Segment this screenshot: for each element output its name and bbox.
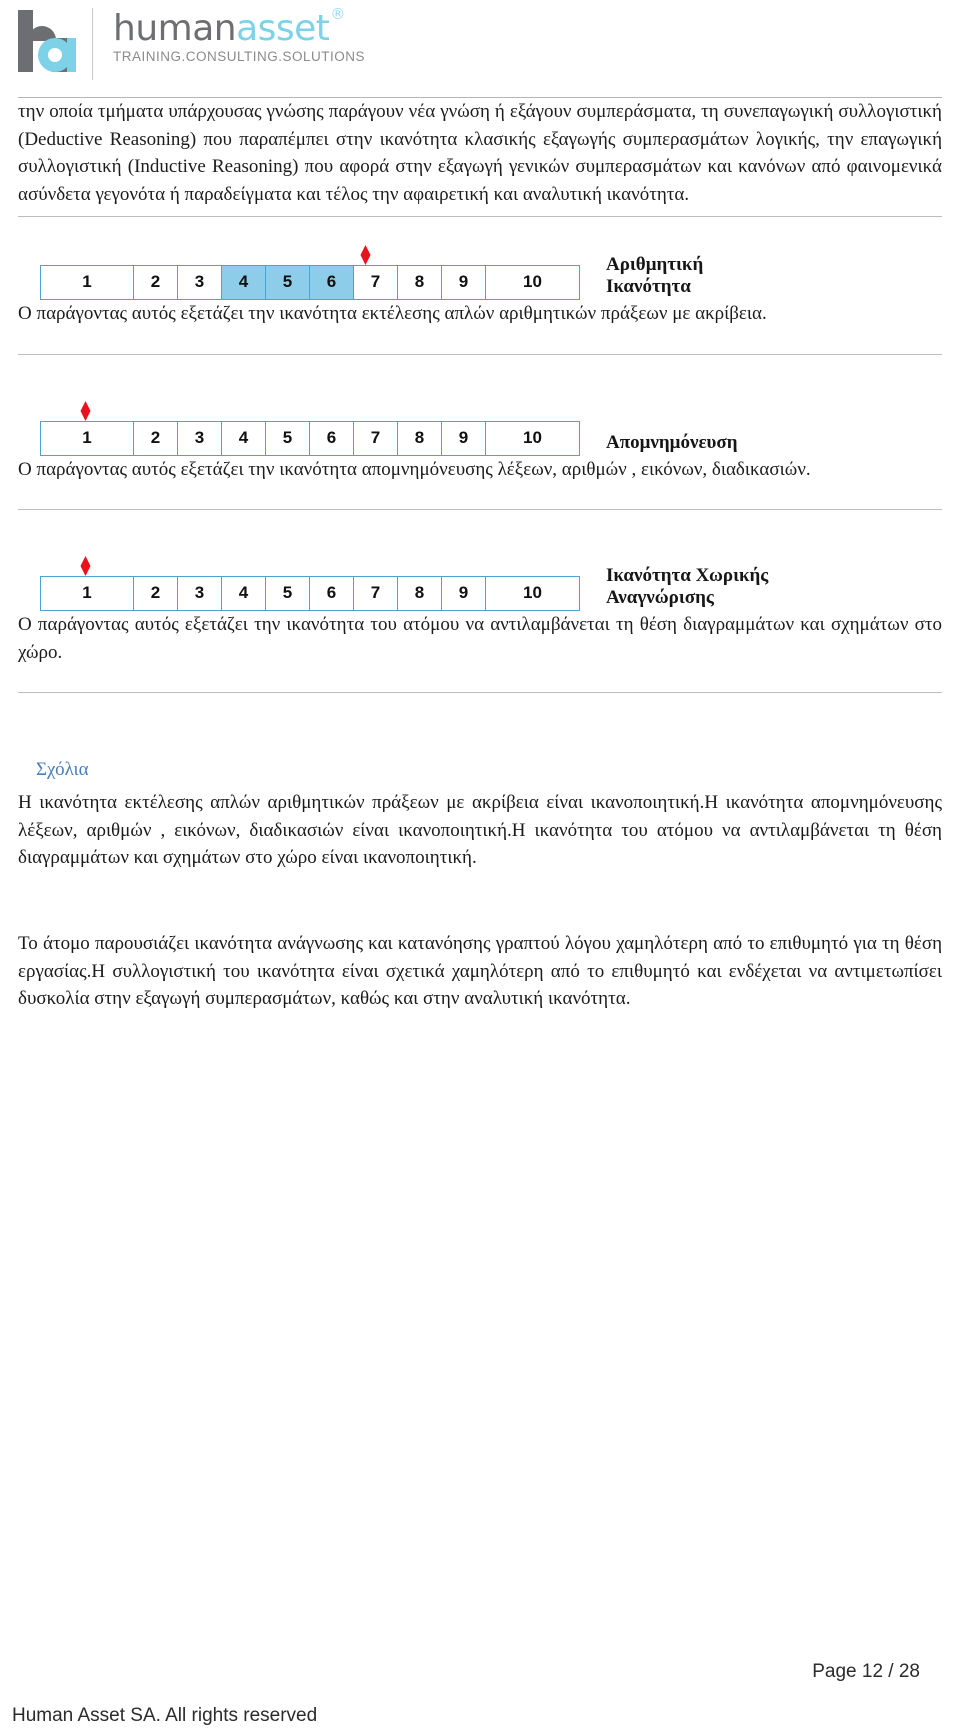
scale-cell[interactable]: 1 xyxy=(41,421,134,455)
scale-cells: 1 2 3 4 5 6 7 8 9 10 xyxy=(40,420,580,456)
scale-label: Απομνημόνευση xyxy=(606,431,738,453)
scale-section-spatial: 1 2 3 4 5 6 7 8 9 10 Ικανότητα Χωρικής Α… xyxy=(18,554,942,666)
scale-description: Ο παράγοντας αυτός εξετάζει την ικανότητ… xyxy=(18,303,767,325)
scale-cell[interactable]: 4 xyxy=(222,266,266,300)
scale-cell[interactable]: 5 xyxy=(266,577,310,611)
scale-cell[interactable]: 10 xyxy=(486,577,579,611)
scale-row: 1 2 3 4 5 6 7 8 9 10 Απομνημόνευση xyxy=(18,399,942,456)
scale-cell[interactable]: 1 xyxy=(41,266,134,300)
logo-divider xyxy=(92,8,93,80)
score-marker-diamond-icon xyxy=(360,245,372,266)
scale-cell[interactable]: 6 xyxy=(310,421,354,455)
scale-cell[interactable]: 3 xyxy=(178,421,222,455)
scale-cell[interactable]: 6 xyxy=(310,577,354,611)
scale-cells: 1 2 3 4 5 6 7 8 9 10 xyxy=(40,265,580,301)
scale-cell[interactable]: 8 xyxy=(398,421,442,455)
comments-paragraph-1: Η ικανότητα εκτέλεσης απλών αριθμητικών … xyxy=(18,792,942,869)
rating-scale-widget[interactable]: 1 2 3 4 5 6 7 8 9 10 xyxy=(40,399,580,456)
scale-row: 1 2 3 4 5 6 7 8 9 10 Ικανότητα Χωρικής Α… xyxy=(18,554,942,612)
score-marker-diamond-icon xyxy=(80,556,92,577)
scale-cell[interactable]: 2 xyxy=(134,421,178,455)
scale-section-memory: 1 2 3 4 5 6 7 8 9 10 Απομνημόνευση Ο παρ… xyxy=(18,399,942,484)
marker-lane xyxy=(40,554,580,577)
page-footer: Page 12 / 28 Human Asset SA. All rights … xyxy=(0,1631,960,1731)
logo-text: humanasset® TRAINING.CONSULTING.SOLUTION… xyxy=(113,6,366,64)
scale-cell[interactable]: 3 xyxy=(178,266,222,300)
scale-cell[interactable]: 2 xyxy=(134,577,178,611)
scale-cell[interactable]: 10 xyxy=(486,266,579,300)
logo-wordmark: humanasset® xyxy=(113,6,365,49)
scale-label: Αριθμητική Ικανότητα xyxy=(606,253,704,298)
scale-cells: 1 2 3 4 5 6 7 8 9 10 xyxy=(40,576,580,612)
rating-scale-widget[interactable]: 1 2 3 4 5 6 7 8 9 10 xyxy=(40,554,580,612)
scale-cell[interactable]: 7 xyxy=(354,421,398,455)
marker-lane xyxy=(40,399,580,421)
registered-trademark-icon: ® xyxy=(330,5,345,23)
scale-cell[interactable]: 2 xyxy=(134,266,178,300)
company-logo: humanasset® TRAINING.CONSULTING.SOLUTION… xyxy=(14,6,366,80)
logo-word-asset: asset xyxy=(236,8,330,49)
intro-paragraph: την οποία τμήματα υπάρχουσας γνώσης παρά… xyxy=(18,101,942,205)
scale-description: Ο παράγοντας αυτός εξετάζει την ικανότητ… xyxy=(18,614,942,663)
scale-cell[interactable]: 8 xyxy=(398,266,442,300)
copyright-notice: Human Asset SA. All rights reserved xyxy=(12,1705,318,1726)
marker-lane xyxy=(40,243,580,266)
logo-tagline: TRAINING.CONSULTING.SOLUTIONS xyxy=(113,48,366,64)
scale-cell[interactable]: 8 xyxy=(398,577,442,611)
score-marker-diamond-icon xyxy=(80,400,92,421)
scale-row: 1 2 3 4 5 6 7 8 9 10 Αριθμητική Ικανότητ… xyxy=(18,243,942,301)
scale-section-numeric: 1 2 3 4 5 6 7 8 9 10 Αριθμητική Ικανότητ… xyxy=(18,243,942,328)
document-content: την οποία τμήματα υπάρχουσας γνώσης παρά… xyxy=(0,97,960,1013)
scale-cell[interactable]: 7 xyxy=(354,577,398,611)
scale-cell[interactable]: 1 xyxy=(41,577,134,611)
comments-section: Σχόλια Η ικανότητα εκτέλεσης απλών αριθμ… xyxy=(18,759,942,1012)
scale-cell[interactable]: 9 xyxy=(442,421,486,455)
ha-monogram-icon xyxy=(14,8,76,72)
scale-cell[interactable]: 6 xyxy=(310,266,354,300)
comments-heading: Σχόλια xyxy=(36,759,89,781)
scale-cell[interactable]: 10 xyxy=(486,421,579,455)
scale-cell[interactable]: 3 xyxy=(178,577,222,611)
comments-paragraph-2: Το άτομο παρουσιάζει ικανότητα ανάγνωσης… xyxy=(18,933,942,1010)
scale-cell[interactable]: 4 xyxy=(222,577,266,611)
scale-cell[interactable]: 5 xyxy=(266,421,310,455)
scale-cell[interactable]: 4 xyxy=(222,421,266,455)
scale-description: Ο παράγοντας αυτός εξετάζει την ικανότητ… xyxy=(18,458,811,480)
scale-cell[interactable]: 5 xyxy=(266,266,310,300)
scale-cell[interactable]: 9 xyxy=(442,266,486,300)
scale-label: Ικανότητα Χωρικής Αναγνώρισης xyxy=(606,564,769,609)
page-header: humanasset® TRAINING.CONSULTING.SOLUTION… xyxy=(0,0,960,97)
logo-word-human: human xyxy=(113,8,237,49)
page-number: Page 12 / 28 xyxy=(812,1661,920,1682)
scale-cell[interactable]: 9 xyxy=(442,577,486,611)
rating-scale-widget[interactable]: 1 2 3 4 5 6 7 8 9 10 xyxy=(40,243,580,301)
scale-cell[interactable]: 7 xyxy=(354,266,398,300)
